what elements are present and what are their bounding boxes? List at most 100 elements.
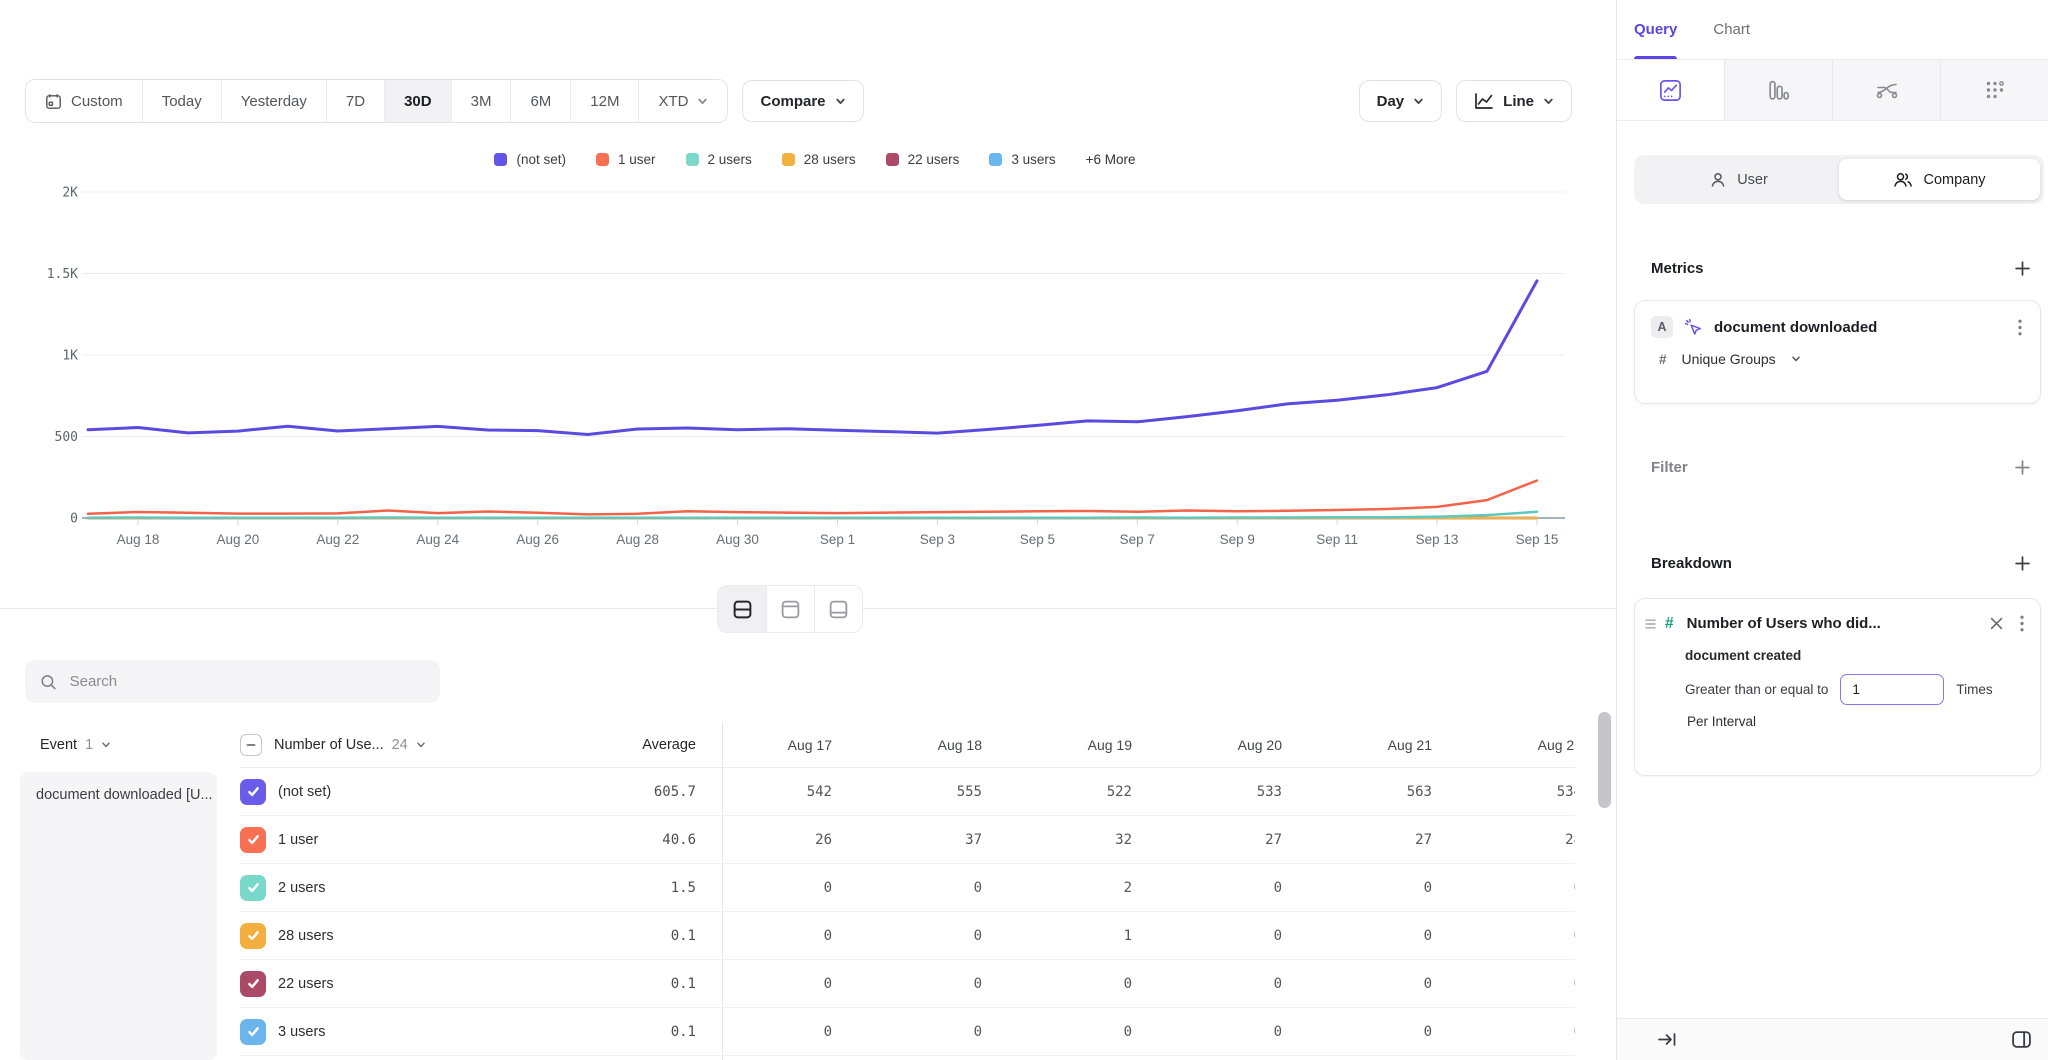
- row-label[interactable]: 1 user: [278, 832, 580, 848]
- row-value: 542: [722, 784, 872, 800]
- compare-button[interactable]: Compare: [742, 80, 863, 122]
- metric-measure-selector[interactable]: # Unique Groups: [1659, 351, 2024, 367]
- table-rows: (not set)605.75425555225335635341 user40…: [240, 768, 1575, 1056]
- legend-item[interactable]: 28 users: [782, 152, 856, 167]
- metric-menu-button[interactable]: [2016, 317, 2024, 338]
- drag-handle-icon[interactable]: [1645, 618, 1656, 630]
- legend-swatch: [686, 153, 699, 166]
- event-list-item[interactable]: document downloaded [U...: [20, 772, 217, 1060]
- legend-swatch: [596, 153, 609, 166]
- event-column-header[interactable]: Event 1: [40, 722, 111, 768]
- chart-style-button[interactable]: Line: [1456, 80, 1572, 122]
- row-value: 0: [1322, 928, 1472, 944]
- date-column-header: Aug 21: [1322, 737, 1472, 753]
- table-scrollbar[interactable]: [1598, 712, 1611, 808]
- date-range-6m[interactable]: 6M: [511, 80, 571, 122]
- row-checkbox[interactable]: [240, 779, 266, 805]
- date-header-row: Aug 17Aug 18Aug 19Aug 20Aug 21Aug 22: [722, 737, 1575, 753]
- row-value: 0: [1172, 880, 1322, 896]
- row-label[interactable]: 3 users: [278, 1024, 580, 1040]
- tab-query[interactable]: Query: [1634, 0, 1677, 59]
- chevron-down-icon: [1543, 96, 1554, 107]
- legend-label: 3 users: [1011, 152, 1055, 167]
- group-column-header[interactable]: Number of Use... 24: [274, 737, 580, 753]
- add-breakdown-button[interactable]: [2013, 554, 2032, 573]
- layout-split-button[interactable]: [718, 586, 766, 632]
- date-range-30d[interactable]: 30D: [385, 80, 452, 122]
- chevron-down-icon: [416, 740, 426, 750]
- legend-item[interactable]: 1 user: [596, 152, 656, 167]
- line-chart-icon: [1474, 92, 1494, 110]
- row-value: 0: [1022, 1024, 1172, 1040]
- breakdown-event-name[interactable]: document created: [1685, 648, 2026, 663]
- hash-icon: #: [1659, 352, 1667, 367]
- collapse-panel-button[interactable]: [1655, 1029, 1679, 1050]
- row-checkbox[interactable]: [240, 827, 266, 853]
- row-value: 522: [1022, 784, 1172, 800]
- condition-label[interactable]: Greater than or equal to: [1685, 682, 1828, 697]
- scope-company[interactable]: Company: [1839, 159, 2040, 200]
- date-range-7d[interactable]: 7D: [327, 80, 385, 122]
- add-filter-button[interactable]: [2013, 458, 2032, 477]
- row-value: 0: [1172, 976, 1322, 992]
- breakdown-menu-button[interactable]: [2018, 613, 2026, 634]
- check-icon: [246, 832, 261, 847]
- row-value: 2: [1022, 880, 1172, 896]
- chart-type-grid[interactable]: [1940, 60, 2048, 120]
- flow-chart-icon: [1875, 80, 1899, 100]
- interval-button[interactable]: Day: [1359, 80, 1443, 122]
- legend-item[interactable]: (not set): [494, 152, 566, 167]
- row-label[interactable]: 2 users: [278, 880, 580, 896]
- layout-table-only-button[interactable]: [814, 586, 862, 632]
- per-interval-label[interactable]: Per Interval: [1687, 714, 2026, 729]
- scope-user-label: User: [1737, 172, 1768, 188]
- layout-chart-only-button[interactable]: [766, 586, 814, 632]
- date-range-label: 6M: [530, 93, 551, 110]
- row-checkbox[interactable]: [240, 875, 266, 901]
- chart-type-line[interactable]: [1617, 60, 1724, 120]
- row-label[interactable]: (not set): [278, 784, 580, 800]
- row-label[interactable]: 28 users: [278, 928, 580, 944]
- date-range-today[interactable]: Today: [143, 80, 222, 122]
- table-header-row: Number of Use... 24 Average Aug 17Aug 18…: [240, 722, 1575, 768]
- row-checkbox[interactable]: [240, 923, 266, 949]
- chevron-down-icon: [1413, 96, 1424, 107]
- search-input[interactable]: [70, 673, 425, 690]
- scope-user[interactable]: User: [1638, 159, 1839, 200]
- legend-item[interactable]: 22 users: [886, 152, 960, 167]
- legend-more[interactable]: +6 More: [1086, 152, 1136, 167]
- add-metric-button[interactable]: [2013, 259, 2032, 278]
- table-row: (not set)605.7542555522533563534: [240, 768, 1575, 816]
- row-checkbox[interactable]: [240, 1019, 266, 1045]
- remove-breakdown-button[interactable]: [1988, 615, 2005, 632]
- tab-chart[interactable]: Chart: [1713, 0, 1750, 59]
- legend-swatch: [494, 153, 507, 166]
- row-value: 27: [1322, 832, 1472, 848]
- legend-item[interactable]: 2 users: [686, 152, 752, 167]
- close-icon: [1990, 617, 2003, 630]
- line-chart[interactable]: 05001K1.5K2KAug 18Aug 20Aug 22Aug 24Aug …: [20, 170, 1610, 570]
- legend-item[interactable]: 3 users: [989, 152, 1055, 167]
- row-checkbox[interactable]: [240, 971, 266, 997]
- metric-event-name[interactable]: document downloaded: [1714, 319, 2005, 336]
- split-view-button[interactable]: [2009, 1028, 2034, 1051]
- chart-type-flow[interactable]: [1832, 60, 1940, 120]
- chart-type-bar[interactable]: [1724, 60, 1832, 120]
- date-range-12m[interactable]: 12M: [571, 80, 639, 122]
- svg-text:Sep 5: Sep 5: [1020, 532, 1055, 547]
- date-range-custom[interactable]: Custom: [26, 80, 143, 122]
- date-range-xtd[interactable]: XTD: [639, 80, 727, 122]
- drag-handle-icon: [1645, 618, 1656, 630]
- select-all-checkbox[interactable]: [240, 734, 262, 756]
- svg-text:1K: 1K: [62, 349, 78, 364]
- breakdown-property-name[interactable]: Number of Users who did...: [1687, 615, 1988, 632]
- date-range-3m[interactable]: 3M: [452, 80, 512, 122]
- row-value: 0: [872, 976, 1022, 992]
- legend-label: 1 user: [618, 152, 656, 167]
- table-row: 22 users0.1000000: [240, 960, 1575, 1008]
- times-input[interactable]: [1840, 674, 1944, 705]
- date-range-yesterday[interactable]: Yesterday: [222, 80, 327, 122]
- row-label[interactable]: 22 users: [278, 976, 580, 992]
- date-range-label: Today: [162, 93, 202, 110]
- chevron-down-icon: [1791, 354, 1801, 364]
